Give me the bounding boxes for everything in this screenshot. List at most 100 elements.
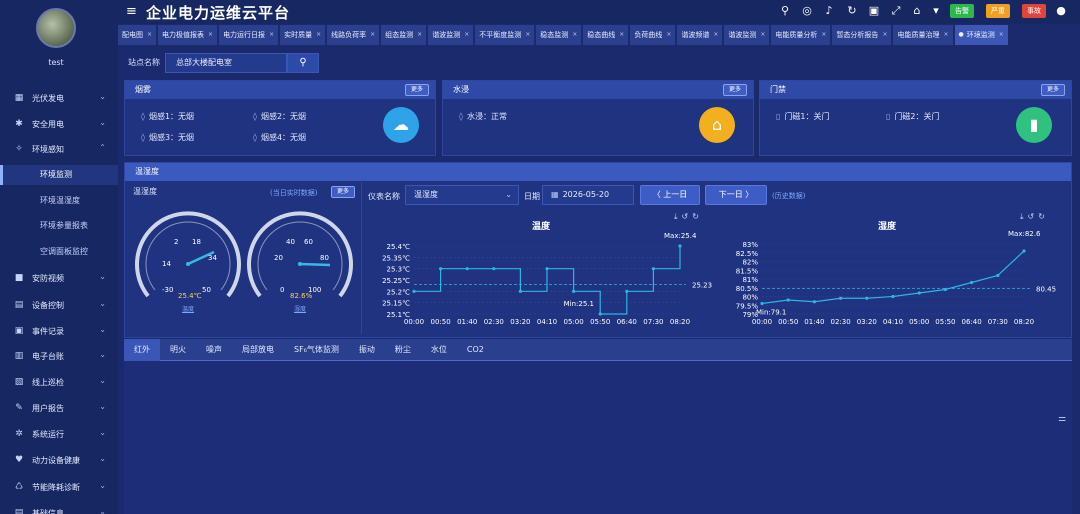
accident-badge[interactable]: 事故 xyxy=(1022,4,1046,18)
tab-item[interactable]: 组态监测 × xyxy=(381,25,427,45)
home-icon[interactable]: ⌂ xyxy=(910,4,924,17)
data-point xyxy=(812,300,816,304)
serious-badge[interactable]: 严重 xyxy=(986,4,1010,18)
sidebar-item-4[interactable]: ▤ 设备控制 ⌄ xyxy=(0,295,118,315)
sidebar-item-2[interactable]: ✧ 环境感知 ⌃ xyxy=(0,139,118,159)
bottom-tab[interactable]: 水位 xyxy=(421,339,457,361)
alarm-badge[interactable]: 告警 xyxy=(950,4,974,18)
tab-item[interactable]: 稳态监测 × xyxy=(536,25,582,45)
tab-item[interactable]: 配电图 × xyxy=(118,25,157,45)
x-tick-label: 06:40 xyxy=(617,318,637,326)
search-button[interactable]: ⚲ xyxy=(287,53,319,73)
x-tick-label: 04:10 xyxy=(537,318,557,326)
sidebar-subitem[interactable]: 环境监测 xyxy=(0,165,118,185)
save-icon[interactable]: ▣ xyxy=(867,4,881,17)
tab-item[interactable]: 稳态曲线 × xyxy=(583,25,629,45)
menu-icon[interactable]: ≡ xyxy=(126,4,137,19)
volume-icon[interactable]: ♪ xyxy=(822,4,836,17)
tab-item[interactable]: 电力运行日报 × xyxy=(219,25,279,45)
user-icon[interactable]: ● xyxy=(1054,4,1068,17)
close-icon: × xyxy=(525,31,531,38)
bottom-tab[interactable]: CO2 xyxy=(457,339,494,361)
sidebar-item-0[interactable]: ▦ 光伏发电 ⌄ xyxy=(0,88,118,108)
smoke-item: 烟感4：无烟 xyxy=(260,133,307,142)
sidebar-item-9[interactable]: ✲ 系统运行 ⌄ xyxy=(0,424,118,444)
thp-more-button[interactable]: 更多 xyxy=(331,186,355,198)
bottom-tab[interactable]: 噪声 xyxy=(196,339,232,361)
sidebar-item-1[interactable]: ✱ 安全用电 ⌄ xyxy=(0,114,118,134)
solar-icon: ▦ xyxy=(14,93,24,103)
tab-item[interactable]: 线路负荷率 × xyxy=(327,25,380,45)
sidebar-item-5[interactable]: ▣ 事件记录 ⌄ xyxy=(0,321,118,341)
sidebar-item-10[interactable]: ♥ 动力设备健康 ⌄ xyxy=(0,450,118,470)
sidebar-item-label: 电子台账 xyxy=(32,351,64,361)
drop-icon: ◊ xyxy=(141,112,145,121)
chevron-icon: ⌄ xyxy=(99,350,106,359)
temp-chart-tools[interactable]: ⤓↺↻ xyxy=(674,212,703,222)
door-more-button[interactable]: 更多 xyxy=(1041,84,1065,96)
bottom-tab[interactable]: SF₆气体监测 xyxy=(284,339,349,361)
sidebar-item-label: 用户报告 xyxy=(32,403,64,413)
x-tick-label: 05:50 xyxy=(590,318,610,326)
bottom-tab[interactable]: 红外 xyxy=(124,339,160,361)
smoke-more-button[interactable]: 更多 xyxy=(405,84,429,96)
date-label: 日期 xyxy=(524,192,540,201)
gauge1-rim xyxy=(135,211,241,298)
tab-item[interactable]: 负荷曲线 × xyxy=(630,25,676,45)
tab-item[interactable]: ● 环境监测 × xyxy=(954,25,1008,45)
temperature-link[interactable]: 温度 xyxy=(182,304,194,313)
x-tick-label: 00:50 xyxy=(778,318,798,326)
instrument-select[interactable]: 温湿度 ⌄ xyxy=(405,185,519,205)
sidebar-item-7[interactable]: ▧ 线上巡检 ⌄ xyxy=(0,372,118,392)
lifebuoy-icon[interactable]: ◎ xyxy=(800,4,814,17)
min-label: Min:79.1 xyxy=(756,308,786,316)
sidebar-subitem[interactable]: 环境温湿度 xyxy=(0,191,118,211)
y-tick-label: 25.35℃ xyxy=(382,254,410,262)
gauge2-needle xyxy=(299,262,331,267)
y-tick-label: 25.4℃ xyxy=(387,243,411,251)
shield-icon: ✱ xyxy=(15,119,23,129)
sidebar-subitem[interactable]: 环境参量报表 xyxy=(0,216,118,236)
station-select[interactable]: 总部大楼配电室 xyxy=(165,53,287,73)
sidebar-item-8[interactable]: ✎ 用户报告 ⌄ xyxy=(0,398,118,418)
date-picker[interactable]: ▦ 2026-05-20 xyxy=(542,185,634,205)
tab-item[interactable]: 电能质量分析 × xyxy=(771,25,831,45)
search-icon[interactable]: ⚲ xyxy=(778,4,792,17)
hum-chart-tools[interactable]: ⤓↺↻ xyxy=(1020,212,1049,222)
next-day-button[interactable]: 下一日 〉 xyxy=(705,185,767,205)
water-more-button[interactable]: 更多 xyxy=(723,84,747,96)
tab-item[interactable]: 谐波频谱 × xyxy=(677,25,723,45)
tab-item[interactable]: 实时质量 × xyxy=(280,25,326,45)
info-icon: ▤ xyxy=(14,508,24,514)
tab-item[interactable]: 暂态分析报告 × xyxy=(832,25,892,45)
sidebar-item-3[interactable]: ■ 安防视频 ⌄ xyxy=(0,268,118,288)
sidebar-item-11[interactable]: ♺ 节能降耗诊断 ⌄ xyxy=(0,477,118,497)
video-icon: ■ xyxy=(14,273,24,283)
chevron-icon: ⌄ xyxy=(99,299,106,308)
bottom-tab[interactable]: 明火 xyxy=(160,339,196,361)
filter-icon[interactable]: ⚌ xyxy=(1058,414,1066,424)
sidebar-item-6[interactable]: ▥ 电子台账 ⌄ xyxy=(0,346,118,366)
fullscreen-icon[interactable]: ⤢ xyxy=(889,4,903,18)
refresh-icon[interactable]: ↻ xyxy=(845,4,859,17)
smoke-item: 烟感3：无烟 xyxy=(148,133,195,142)
prev-day-button[interactable]: 〈 上一日 xyxy=(640,185,700,205)
svg-text:60: 60 xyxy=(304,238,313,246)
close-icon: × xyxy=(208,31,214,38)
sidebar-subitem[interactable]: 空调面板监控 xyxy=(0,242,118,262)
tab-item[interactable]: 不平衡度监测 × xyxy=(475,25,535,45)
data-point xyxy=(865,296,869,300)
bottom-tab[interactable]: 粉尘 xyxy=(385,339,421,361)
tab-item[interactable]: 谐波监测 × xyxy=(428,25,474,45)
tab-item[interactable]: 谐波监测 × xyxy=(724,25,770,45)
humidity-link[interactable]: 湿度 xyxy=(294,304,306,313)
tab-item[interactable]: 电能质量治理 × xyxy=(893,25,953,45)
sidebar-item-12[interactable]: ▤ 基础信息 ⌄ xyxy=(0,503,118,514)
avatar[interactable] xyxy=(36,8,76,48)
bottom-tab[interactable]: 振动 xyxy=(349,339,385,361)
bottom-tab[interactable]: 局部放电 xyxy=(232,339,284,361)
tab-item[interactable]: 电力极值报表 × xyxy=(158,25,218,45)
instrument-label: 仪表名称 xyxy=(368,192,400,201)
shirt-icon[interactable]: ▾ xyxy=(929,4,943,17)
chevron-down-icon: ⌄ xyxy=(505,190,512,199)
